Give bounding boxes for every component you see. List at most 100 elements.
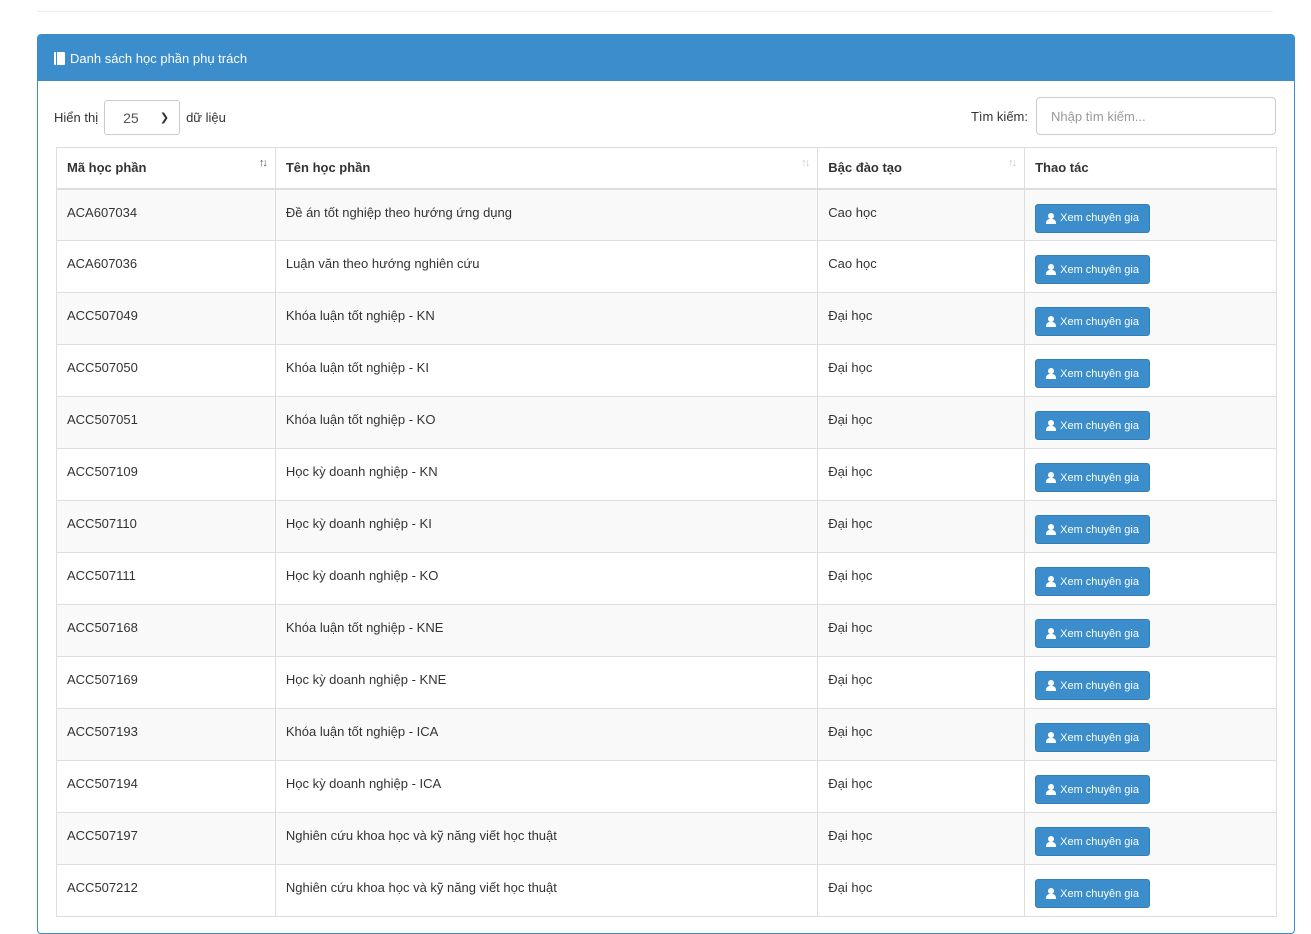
column-header-actions: Thao tác <box>1024 147 1277 190</box>
page-size-select[interactable]: 25 ❯ <box>104 100 181 135</box>
view-experts-button[interactable]: Xem chuyên gia <box>1035 411 1150 440</box>
courses-table: Mã học phần ↑↓ Tên học phần ↑↓ Bậc đào t… <box>56 147 1277 917</box>
view-experts-label: Xem chuyên gia <box>1060 367 1139 380</box>
entries-label: dữ liệu <box>186 110 226 125</box>
table-row: ACC507109 Học kỳ doanh nghiệp - KN Đại học… <box>56 448 1277 501</box>
user-icon <box>1046 420 1057 431</box>
course-level-cell: Đại học <box>817 552 1026 605</box>
view-experts-label: Xem chuyên gia <box>1060 212 1139 224</box>
user-icon <box>1046 576 1057 587</box>
sort-icon: ↑↓ <box>258 157 268 169</box>
course-code-cell: ACA607034 <box>56 188 276 241</box>
course-level-cell: Đại học <box>817 344 1026 397</box>
course-name-cell: Đề án tốt nghiệp theo hướng ứng dụng <box>274 188 819 241</box>
view-experts-button[interactable]: Xem chuyên gia <box>1035 359 1150 388</box>
chevron-down-icon: ❯ <box>159 112 170 124</box>
view-experts-button[interactable]: Xem chuyên gia <box>1035 567 1150 596</box>
course-code-cell: ACC507168 <box>56 604 276 657</box>
course-name-cell: Học kỳ doanh nghiệp - KO <box>274 552 819 605</box>
course-level-cell: Đại học <box>817 760 1026 813</box>
panel-heading: Danh sách học phần phụ trách <box>38 35 1294 81</box>
actions-cell: Xem chuyên gia <box>1024 292 1277 345</box>
view-experts-label: Xem chuyên gia <box>1060 887 1139 900</box>
search-control: Tìm kiếm: <box>971 97 1276 135</box>
table-row: ACA607034 Đề án tốt nghiệp theo hướng ứng… <box>56 188 1277 241</box>
course-level-cell: Cao học <box>817 188 1026 241</box>
user-icon <box>1046 628 1057 639</box>
view-experts-label: Xem chuyên gia <box>1060 523 1139 536</box>
actions-cell: Xem chuyên gia <box>1024 708 1277 761</box>
course-name-cell: Khóa luận tốt nghiệp - KO <box>274 396 819 449</box>
table-row: ACA607036 Luận văn theo hướng nghiên cứu C… <box>56 240 1277 293</box>
course-code-cell: ACC507169 <box>56 656 276 709</box>
view-experts-button[interactable]: Xem chuyên gia <box>1035 879 1150 908</box>
view-experts-label: Xem chuyên gia <box>1060 783 1139 796</box>
course-level-cell: Đại học <box>817 708 1026 761</box>
actions-cell: Xem chuyên gia <box>1024 552 1277 605</box>
book-icon <box>54 51 65 65</box>
top-divider <box>37 11 1273 12</box>
view-experts-button[interactable]: Xem chuyên gia <box>1035 671 1150 700</box>
view-experts-button[interactable]: Xem chuyên gia <box>1035 203 1150 233</box>
table-controls: Hiển thị 25 ❯ dữ liệu Tìm kiếm: <box>38 97 1294 137</box>
table-row: ACC507111 Học kỳ doanh nghiệp - KO Đại học… <box>56 552 1277 605</box>
course-code-cell: ACC507197 <box>56 812 276 865</box>
course-name-cell: Học kỳ doanh nghiệp - KI <box>274 500 819 553</box>
view-experts-button[interactable]: Xem chuyên gia <box>1035 307 1150 336</box>
table-row: ACC507212 Nghiên cứu khoa học và kỹ năng … <box>56 864 1277 917</box>
user-icon <box>1046 212 1057 224</box>
course-code-cell: ACC507109 <box>56 448 276 501</box>
user-icon <box>1046 784 1057 795</box>
user-icon <box>1046 836 1057 847</box>
course-code-cell: ACC507193 <box>56 708 276 761</box>
course-name-cell: Khóa luận tốt nghiệp - KNE <box>274 604 819 657</box>
view-experts-button[interactable]: Xem chuyên gia <box>1035 619 1150 648</box>
actions-cell: Xem chuyên gia <box>1024 604 1277 657</box>
course-code-cell: ACC507050 <box>56 344 276 397</box>
view-experts-label: Xem chuyên gia <box>1060 835 1139 848</box>
search-input[interactable] <box>1036 97 1276 135</box>
actions-cell: Xem chuyên gia <box>1024 500 1277 553</box>
sort-icon: ↑↓ <box>801 157 810 169</box>
user-icon <box>1046 524 1057 535</box>
view-experts-button[interactable]: Xem chuyên gia <box>1035 827 1150 856</box>
actions-cell: Xem chuyên gia <box>1024 864 1277 917</box>
course-code-cell: ACC507110 <box>56 500 276 553</box>
table-row: ACC507168 Khóa luận tốt nghiệp - KNE Đại h… <box>56 604 1277 657</box>
column-header-name[interactable]: Tên học phần ↑↓ <box>274 147 819 190</box>
course-name-cell: Nghiên cứu khoa học và kỹ năng viết học … <box>274 812 819 865</box>
course-level-cell: Đại học <box>817 812 1026 865</box>
course-name-cell: Học kỳ doanh nghiệp - ICA <box>274 760 819 813</box>
view-experts-button[interactable]: Xem chuyên gia <box>1035 775 1150 804</box>
view-experts-label: Xem chuyên gia <box>1060 575 1139 588</box>
column-header-code[interactable]: Mã học phần ↑↓ <box>56 147 276 190</box>
table-row: ACC507110 Học kỳ doanh nghiệp - KI Đại học… <box>56 500 1277 553</box>
table-row: ACC507050 Khóa luận tốt nghiệp - KI Đại họ… <box>56 344 1277 397</box>
panel-title: Danh sách học phần phụ trách <box>70 50 248 66</box>
course-name-cell: Luận văn theo hướng nghiên cứu <box>274 240 819 293</box>
table-row: ACC507051 Khóa luận tốt nghiệp - KO Đại họ… <box>56 396 1277 449</box>
column-header-level[interactable]: Bậc đào tạo ↑↓ <box>817 147 1026 190</box>
user-icon <box>1046 264 1057 275</box>
course-level-cell: Đại học <box>817 864 1026 917</box>
actions-cell: Xem chuyên gia <box>1024 240 1277 293</box>
view-experts-button[interactable]: Xem chuyên gia <box>1035 463 1150 492</box>
actions-cell: Xem chuyên gia <box>1024 760 1277 813</box>
view-experts-label: Xem chuyên gia <box>1060 315 1139 328</box>
actions-cell: Xem chuyên gia <box>1024 344 1277 397</box>
course-name-cell: Nghiên cứu khoa học và kỹ năng viết học … <box>274 864 819 917</box>
actions-cell: Xem chuyên gia <box>1024 396 1277 449</box>
course-code-cell: ACC507049 <box>56 292 276 345</box>
view-experts-button[interactable]: Xem chuyên gia <box>1035 723 1150 752</box>
user-icon <box>1046 732 1057 743</box>
show-label: Hiển thị <box>54 110 99 125</box>
view-experts-button[interactable]: Xem chuyên gia <box>1035 255 1150 284</box>
search-label: Tìm kiếm: <box>970 108 1028 124</box>
table-row: ACC507197 Nghiên cứu khoa học và kỹ năng … <box>56 812 1277 865</box>
table-header-row: Mã học phần ↑↓ Tên học phần ↑↓ Bậc đào t… <box>56 147 1277 190</box>
course-level-cell: Đại học <box>817 292 1026 345</box>
view-experts-button[interactable]: Xem chuyên gia <box>1035 515 1150 544</box>
course-code-cell: ACC507212 <box>56 864 276 917</box>
user-icon <box>1046 472 1057 483</box>
actions-cell: Xem chuyên gia <box>1024 448 1277 501</box>
